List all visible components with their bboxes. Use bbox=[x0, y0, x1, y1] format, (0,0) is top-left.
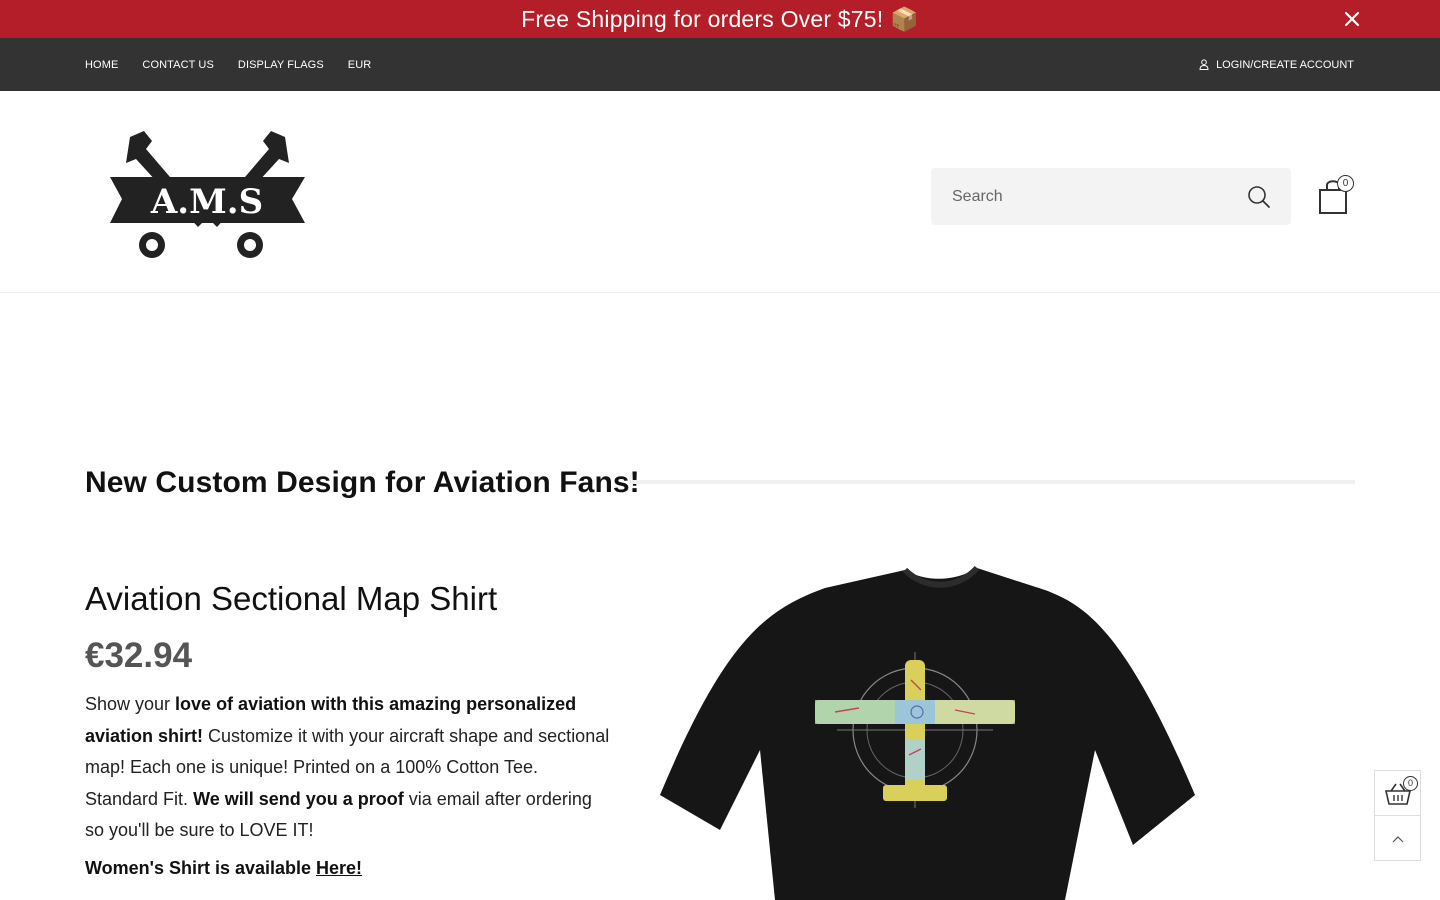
announcement-text: Free Shipping for orders Over $75! 📦 bbox=[521, 6, 919, 32]
chevron-up-icon bbox=[1392, 836, 1404, 843]
login-label: LOGIN/CREATE ACCOUNT bbox=[1216, 58, 1354, 71]
product-image[interactable] bbox=[655, 560, 1205, 900]
section-divider bbox=[630, 480, 1355, 484]
floating-cart-count: 0 bbox=[1403, 776, 1418, 791]
womens-shirt-link[interactable]: Here! bbox=[316, 858, 362, 878]
back-to-top-button[interactable] bbox=[1374, 815, 1421, 861]
search-icon[interactable] bbox=[1247, 185, 1271, 209]
nav-links: HOME CONTACT US DISPLAY FLAGS EUR bbox=[85, 38, 395, 91]
womens-shirt-note: Women's Shirt is available Here! bbox=[85, 858, 362, 879]
login-create-account-link[interactable]: LOGIN/CREATE ACCOUNT bbox=[1199, 38, 1354, 91]
site-header: A.M.S 0 bbox=[0, 91, 1440, 293]
logo-text: A.M.S bbox=[150, 182, 263, 222]
close-icon[interactable] bbox=[1342, 9, 1362, 29]
nav-home[interactable]: HOME bbox=[85, 59, 118, 71]
section-title: New Custom Design for Aviation Fans! bbox=[85, 466, 640, 499]
desc-part-1: Show your bbox=[85, 694, 176, 714]
crossed-wrenches-logo[interactable]: A.M.S bbox=[100, 127, 315, 262]
nav-display-flags[interactable]: DISPLAY FLAGS bbox=[238, 59, 324, 71]
nav-contact-us[interactable]: CONTACT US bbox=[142, 59, 214, 71]
product-price: €32.94 bbox=[85, 636, 193, 675]
nav-currency[interactable]: EUR bbox=[348, 59, 372, 71]
search-input[interactable] bbox=[931, 168, 1231, 225]
product-description: Show your love of aviation with this ama… bbox=[85, 689, 610, 847]
user-icon bbox=[1199, 59, 1209, 70]
top-navigation: HOME CONTACT US DISPLAY FLAGS EUR LOGIN/… bbox=[0, 38, 1440, 91]
womens-label: Women's Shirt is available bbox=[85, 858, 317, 878]
announcement-bar: Free Shipping for orders Over $75! 📦 bbox=[0, 0, 1440, 38]
product-title[interactable]: Aviation Sectional Map Shirt bbox=[85, 580, 497, 618]
header-cart-button[interactable]: 0 bbox=[1318, 175, 1358, 215]
cart-count-badge: 0 bbox=[1337, 175, 1354, 192]
desc-highlight-2: We will send you a proof bbox=[193, 788, 404, 809]
floating-cart-button[interactable]: 0 bbox=[1374, 770, 1421, 816]
search-box bbox=[931, 168, 1291, 225]
